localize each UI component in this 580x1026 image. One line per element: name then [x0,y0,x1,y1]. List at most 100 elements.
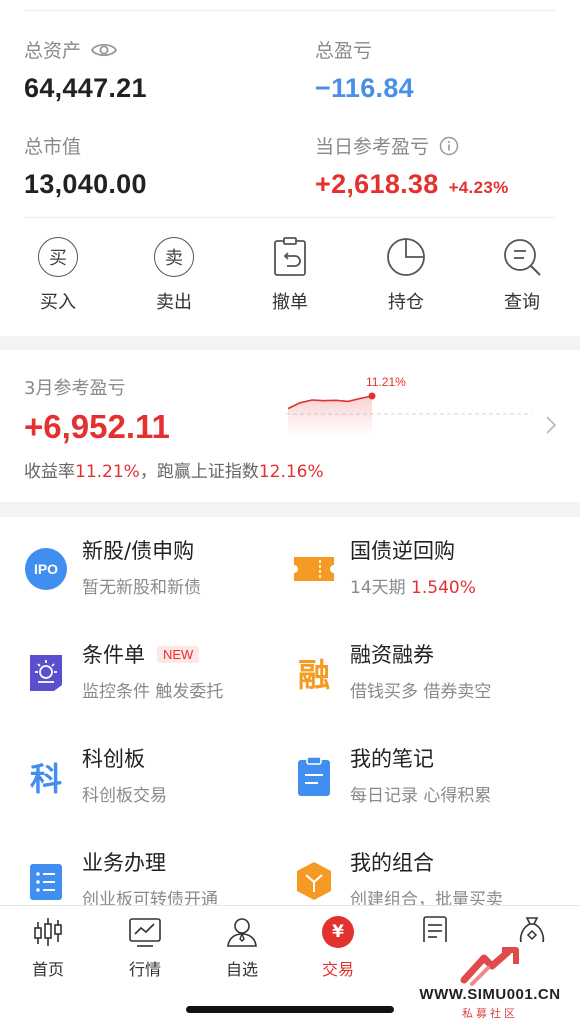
tab-label: 交易 [321,960,354,979]
daily-pl-value: +2,618.38 [315,169,439,199]
total-assets-label: 总资产 [24,40,82,62]
daily-pl-value-row: +2,618.38 +4.23% [315,169,509,200]
monthly-sparkline: 11.21% [286,375,532,436]
watermark: WWW.SIMU001.CN 私募社区 [404,942,576,1024]
candlestick-icon [34,918,62,946]
service-title: 国债逆回购 [350,539,455,563]
tab-label: 行情 [128,960,161,979]
total-pl: 总盈亏 −116.84 [315,36,414,104]
home-indicator[interactable] [186,1006,394,1013]
reverse-repo-item[interactable]: 国债逆回购 14天期 1.540% [292,535,476,598]
ipo-subscribe-item[interactable]: IPO 新股/债申购 暂无新股和新债 [24,535,201,598]
daily-pl-pct: +4.23% [448,178,509,197]
watermark-subtitle: 私募社区 [462,1007,518,1020]
chevron-right-icon[interactable] [544,414,558,436]
divider [24,217,556,218]
service-title: 科创板 [82,747,145,771]
positions-button[interactable]: 持仓 [348,236,464,326]
cancel-order-button[interactable]: 撤单 [232,236,348,326]
notes-icon [298,756,330,796]
business-list-icon [30,864,62,900]
star-market-icon: 科 [29,760,62,798]
service-subtitle: 每日记录 心得积累 [350,786,492,806]
service-subtitle: 创业板可转债开通 [82,890,218,907]
new-badge: NEW [157,645,200,663]
market-chart-icon [129,918,161,947]
service-subtitle: 暂无新股和新债 [82,578,201,598]
watermark-logo [460,947,519,986]
service-subtitle: 科创板交易 [82,786,167,806]
ticket-icon [294,557,334,581]
tab-market[interactable]: 行情 [105,914,185,980]
return-label: 收益率 [24,462,75,482]
cancel-order-label: 撤单 [272,292,308,313]
sell-label: 卖出 [156,292,192,313]
star-market-item[interactable]: 科 科创板 科创板交易 [24,743,167,806]
service-subtitle: 借钱买多 借券卖空 [350,682,492,702]
total-assets-value: 64,447.21 [24,73,147,103]
service-title: 条件单 [82,643,145,667]
service-subtitle: 创建组合，批量买卖 [350,890,503,907]
margin-icon: 融 [297,656,330,694]
query-button[interactable]: 查询 [464,236,580,326]
watermark-url: WWW.SIMU001.CN [419,986,561,1003]
total-pl-value: −116.84 [315,73,414,103]
tab-trade[interactable]: ¥ 交易 [298,914,378,980]
buy-button[interactable]: 买 买入 [0,236,116,326]
buy-label: 买入 [40,292,76,313]
ipo-icon: IPO [24,547,68,591]
service-title: 新股/债申购 [82,539,195,563]
tab-home[interactable]: 首页 [8,914,88,980]
service-subtitle: 14天期 1.540% [350,573,476,598]
trade-actions: 买 买入 卖 卖出 撤单 持仓 查询 [0,236,580,326]
compare-label: ，跑赢上证指数 [139,462,259,482]
service-title-row: 条件单 NEW [82,639,223,669]
total-pl-label: 总盈亏 [315,40,373,62]
repo-term: 14天期 [350,578,406,598]
person-icon [227,918,257,947]
service-title: 融资融券 [350,643,434,667]
cancel-order-icon [274,237,306,276]
eye-icon[interactable] [91,41,118,59]
search-icon [504,239,541,276]
positions-label: 持仓 [388,292,424,313]
service-title: 我的组合 [350,851,434,875]
my-notes-item[interactable]: 我的笔记 每日记录 心得积累 [292,743,491,806]
portfolio-cube-icon [297,862,331,900]
condition-order-icon [30,655,62,691]
pie-chart-icon [387,238,425,276]
market-value-label: 总市值 [24,136,82,158]
service-title: 我的笔记 [350,747,434,771]
repo-rate: 1.540% [411,578,476,598]
market-value-value: 13,040.00 [24,169,147,199]
return-value: 11.21% [75,462,140,482]
my-portfolio-item[interactable]: 我的组合 创建组合，批量买卖 [292,847,503,907]
market-value: 总市值 13,040.00 [24,132,147,200]
business-handling-item[interactable]: 业务办理 创业板可转债开通 [24,847,218,907]
buy-icon: 买 [37,236,79,278]
yuan-icon: ¥ [320,914,356,950]
total-assets: 总资产 64,447.21 [24,36,147,104]
info-icon[interactable] [439,136,459,156]
services-grid: IPO 新股/债申购 暂无新股和新债 国债逆回购 14天期 1.540% 条件单… [0,517,580,907]
service-subtitle: 监控条件 触发委托 [82,682,224,702]
sell-icon: 卖 [153,236,195,278]
account-summary: 总资产 64,447.21 总盈亏 −116.84 总市值 13,040.00 … [0,0,580,336]
tab-label: 首页 [31,960,64,979]
tab-label: 自选 [225,960,258,979]
sparkline-peak-label: 11.21% [366,375,406,389]
margin-trading-item[interactable]: 融 融资融券 借钱买多 借券卖空 [292,639,491,702]
daily-pl: 当日参考盈亏 +2,618.38 +4.23% [315,132,509,200]
divider [24,10,556,11]
monthly-pl-value: +6,952.11 [24,408,170,445]
sell-button[interactable]: 卖 卖出 [116,236,232,326]
sparkline-end-point [368,392,376,400]
monthly-return: 收益率11.21%，跑赢上证指数12.16% [24,457,324,482]
daily-pl-label: 当日参考盈亏 [315,136,430,158]
service-title: 业务办理 [82,851,166,875]
condition-order-item[interactable]: 条件单 NEW 监控条件 触发委托 [24,639,223,702]
query-label: 查询 [504,292,540,313]
monthly-pl-card[interactable]: 3月参考盈亏 +6,952.11 收益率11.21%，跑赢上证指数12.16% … [0,350,580,502]
tab-watchlist[interactable]: 自选 [202,914,282,980]
compare-value: 12.16% [258,462,324,482]
